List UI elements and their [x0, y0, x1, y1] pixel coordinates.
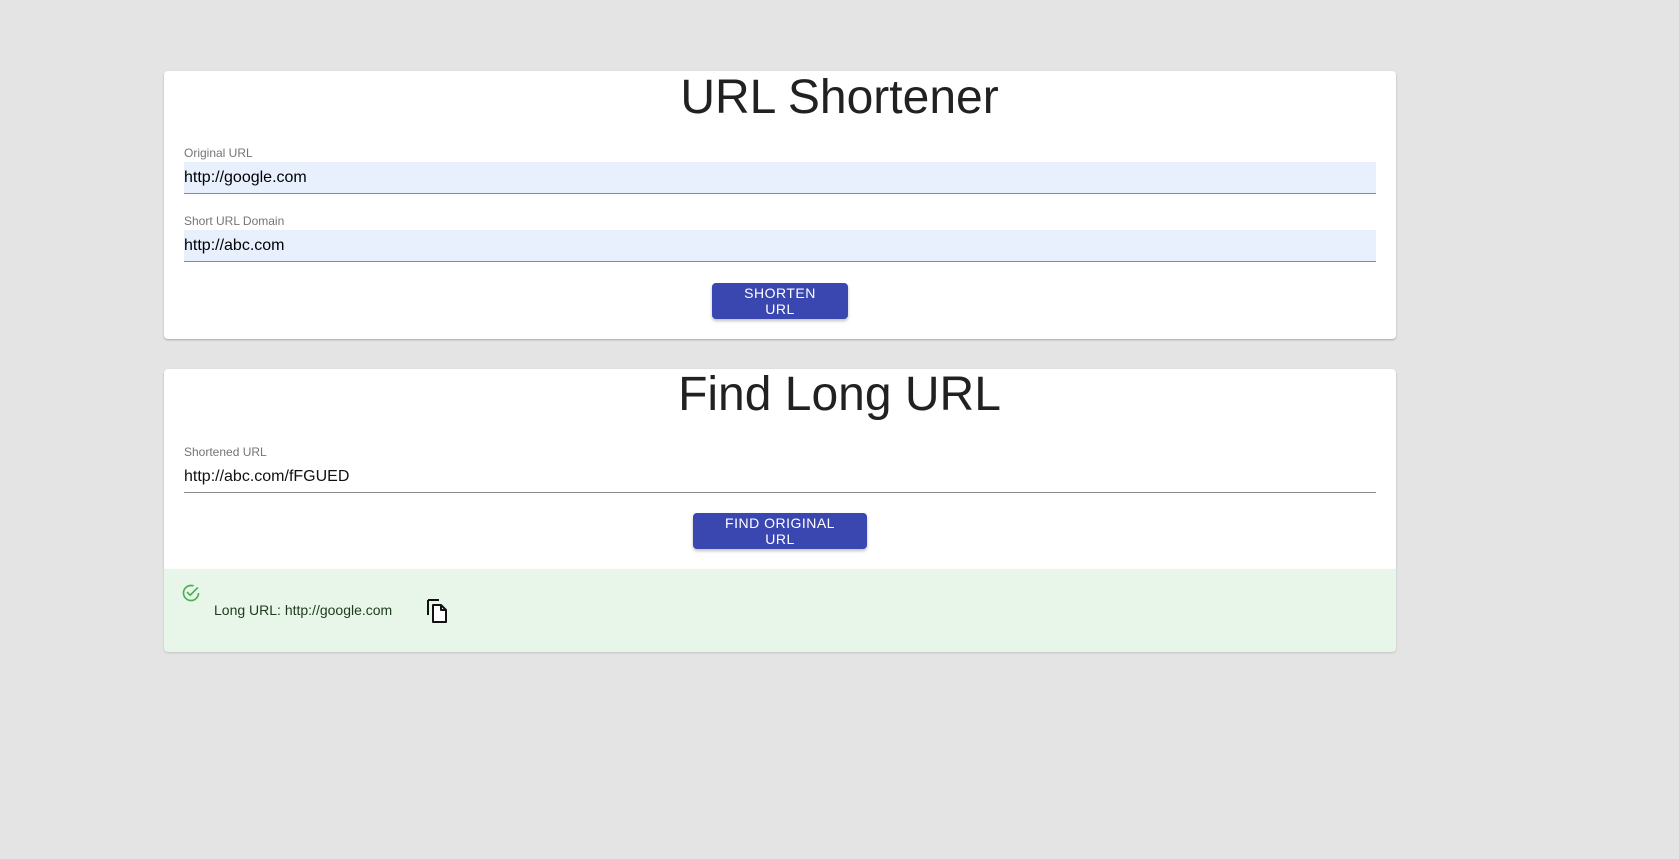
short-domain-input[interactable] — [184, 230, 1376, 262]
short-domain-field: Short URL Domain — [184, 214, 1376, 262]
find-title: Find Long URL — [678, 368, 1001, 421]
copy-icon[interactable] — [425, 598, 449, 624]
find-original-url-button[interactable]: Find Original URL — [693, 513, 867, 549]
long-url-result: Long URL: http://google.com — [214, 602, 393, 618]
shortened-url-input[interactable] — [184, 461, 1376, 493]
original-url-field: Original URL — [184, 146, 1376, 194]
shortened-url-label: Shortened URL — [184, 445, 267, 459]
check-circle-icon — [181, 583, 201, 603]
original-url-input[interactable] — [184, 162, 1376, 194]
short-domain-label: Short URL Domain — [184, 214, 285, 228]
shorten-url-button[interactable]: Shorten URL — [712, 283, 848, 319]
shorten-title: URL Shortener — [680, 71, 999, 124]
original-url-label: Original URL — [184, 146, 253, 160]
shortened-url-field: Shortened URL — [184, 445, 1376, 493]
